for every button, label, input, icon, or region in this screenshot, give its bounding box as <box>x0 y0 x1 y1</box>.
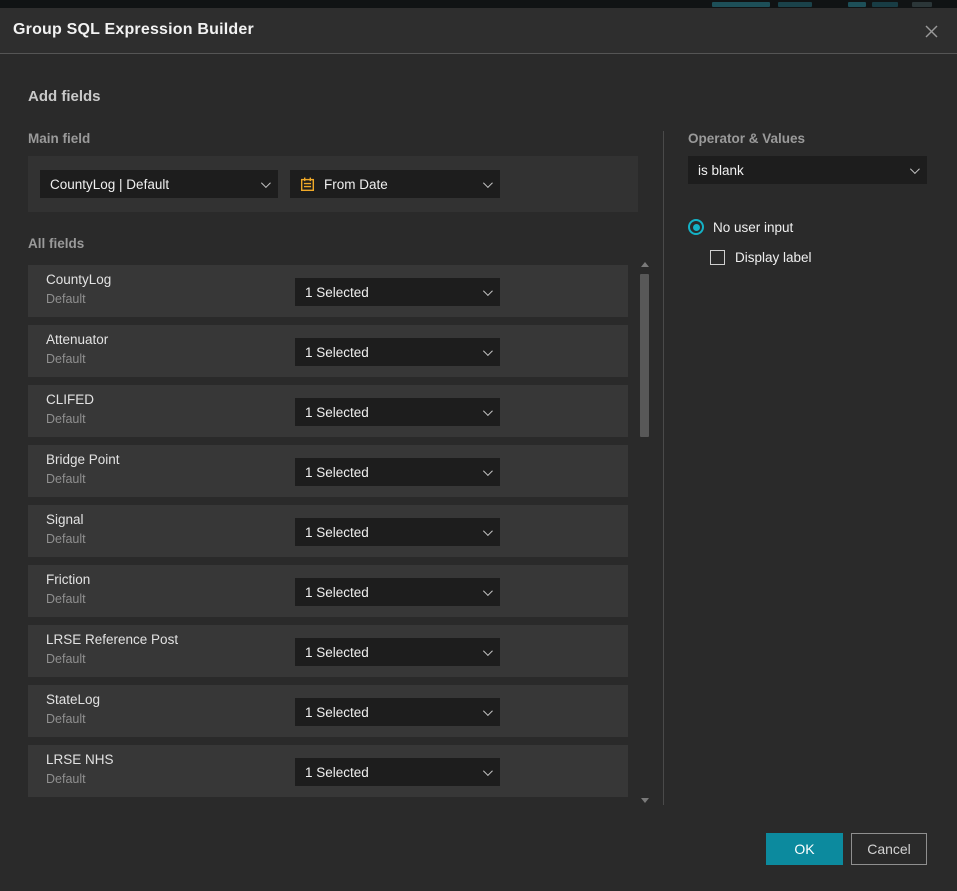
chevron-down-icon <box>483 346 493 356</box>
field-name: LRSE Reference Post <box>46 632 178 647</box>
field-subtitle: Default <box>46 352 86 366</box>
background-fragment <box>848 2 866 7</box>
main-field-label: Main field <box>28 131 90 146</box>
field-subtitle: Default <box>46 652 86 666</box>
field-selection-dropdown[interactable]: 1 Selected <box>295 698 500 726</box>
chevron-down-icon <box>483 586 493 596</box>
field-row[interactable]: Bridge Point Default 1 Selected <box>28 445 628 497</box>
cancel-button[interactable]: Cancel <box>851 833 927 865</box>
operator-values-heading: Operator & Values <box>688 131 805 146</box>
ok-button[interactable]: OK <box>766 833 843 865</box>
field-row[interactable]: CountyLog Default 1 Selected <box>28 265 628 317</box>
background-fragment <box>872 2 898 7</box>
chevron-down-icon <box>910 164 920 174</box>
field-name: Attenuator <box>46 332 108 347</box>
field-name: CLIFED <box>46 392 94 407</box>
all-fields-list: CountyLog Default 1 Selected Attenuator … <box>28 265 628 805</box>
field-subtitle: Default <box>46 412 86 426</box>
field-row[interactable]: LRSE NHS Default 1 Selected <box>28 745 628 797</box>
field-name: CountyLog <box>46 272 111 287</box>
field-selection-dropdown[interactable]: 1 Selected <box>295 278 500 306</box>
field-row[interactable]: Signal Default 1 Selected <box>28 505 628 557</box>
field-subtitle: Default <box>46 772 86 786</box>
field-selection-value: 1 Selected <box>305 285 475 300</box>
field-selection-dropdown[interactable]: 1 Selected <box>295 638 500 666</box>
field-selection-dropdown[interactable]: 1 Selected <box>295 458 500 486</box>
field-selection-value: 1 Selected <box>305 525 475 540</box>
scrollbar-thumb[interactable] <box>640 274 649 437</box>
field-selection-value: 1 Selected <box>305 645 475 660</box>
field-subtitle: Default <box>46 592 86 606</box>
chevron-down-icon <box>261 178 271 188</box>
field-subtitle: Default <box>46 292 86 306</box>
background-fragment <box>712 2 770 7</box>
field-name: Friction <box>46 572 90 587</box>
background-fragment <box>778 2 812 7</box>
field-subtitle: Default <box>46 712 86 726</box>
field-row[interactable]: Friction Default 1 Selected <box>28 565 628 617</box>
background-fragment <box>912 2 932 7</box>
close-button[interactable] <box>919 19 943 43</box>
all-fields-label: All fields <box>28 236 84 251</box>
field-selection-value: 1 Selected <box>305 465 475 480</box>
field-selection-dropdown[interactable]: 1 Selected <box>295 578 500 606</box>
field-selection-dropdown[interactable]: 1 Selected <box>295 758 500 786</box>
main-field-date-value: From Date <box>324 177 475 192</box>
fields-scrollbar[interactable] <box>639 260 651 805</box>
field-selection-value: 1 Selected <box>305 705 475 720</box>
scrollbar-down-arrow-icon[interactable] <box>641 798 649 803</box>
chevron-down-icon <box>483 406 493 416</box>
panel-divider <box>663 131 664 805</box>
display-label-checkbox[interactable]: Display label <box>710 250 812 265</box>
chevron-down-icon <box>483 466 493 476</box>
field-selection-dropdown[interactable]: 1 Selected <box>295 398 500 426</box>
field-selection-value: 1 Selected <box>305 405 475 420</box>
dialog-title: Group SQL Expression Builder <box>13 21 254 39</box>
sql-expression-builder-dialog: Group SQL Expression Builder Add fields … <box>0 8 957 891</box>
field-selection-dropdown[interactable]: 1 Selected <box>295 338 500 366</box>
operator-dropdown[interactable]: is blank <box>688 156 927 184</box>
main-field-source-dropdown[interactable]: CountyLog | Default <box>40 170 278 198</box>
radio-selected-icon <box>688 219 704 235</box>
field-name: StateLog <box>46 692 100 707</box>
field-row[interactable]: StateLog Default 1 Selected <box>28 685 628 737</box>
main-field-box: CountyLog | Default From Date <box>28 156 638 212</box>
field-selection-value: 1 Selected <box>305 585 475 600</box>
field-row[interactable]: CLIFED Default 1 Selected <box>28 385 628 437</box>
chevron-down-icon <box>483 286 493 296</box>
main-field-source-value: CountyLog | Default <box>50 177 253 192</box>
field-subtitle: Default <box>46 532 86 546</box>
no-user-input-label: No user input <box>713 220 793 235</box>
chevron-down-icon <box>483 646 493 656</box>
checkbox-unchecked-icon <box>710 250 725 265</box>
field-selection-value: 1 Selected <box>305 765 475 780</box>
chevron-down-icon <box>483 526 493 536</box>
operator-value: is blank <box>698 163 902 178</box>
add-fields-heading: Add fields <box>28 88 101 105</box>
no-user-input-radio[interactable]: No user input <box>688 219 793 235</box>
close-icon <box>924 24 939 39</box>
display-label-text: Display label <box>735 250 812 265</box>
dialog-titlebar: Group SQL Expression Builder <box>0 8 957 54</box>
field-row[interactable]: LRSE Reference Post Default 1 Selected <box>28 625 628 677</box>
field-row[interactable]: Attenuator Default 1 Selected <box>28 325 628 377</box>
background-app-strip <box>0 0 957 8</box>
field-name: LRSE NHS <box>46 752 114 767</box>
field-name: Signal <box>46 512 84 527</box>
field-selection-dropdown[interactable]: 1 Selected <box>295 518 500 546</box>
chevron-down-icon <box>483 706 493 716</box>
chevron-down-icon <box>483 178 493 188</box>
chevron-down-icon <box>483 766 493 776</box>
main-field-date-dropdown[interactable]: From Date <box>290 170 500 198</box>
field-selection-value: 1 Selected <box>305 345 475 360</box>
field-name: Bridge Point <box>46 452 120 467</box>
calendar-icon <box>300 177 315 192</box>
scrollbar-up-arrow-icon[interactable] <box>641 262 649 267</box>
field-subtitle: Default <box>46 472 86 486</box>
